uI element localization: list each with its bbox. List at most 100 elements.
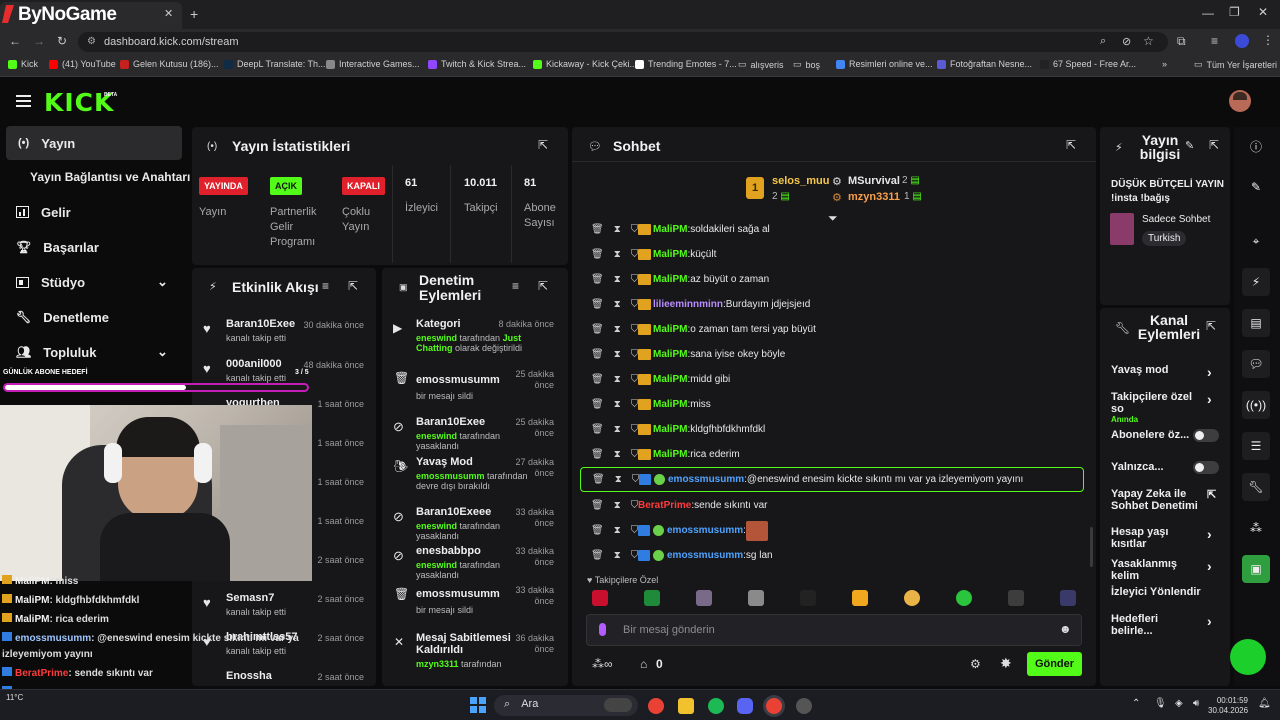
sidebar-item-basarilar[interactable]: 🏆︎ Başarılar: [0, 230, 190, 264]
popout-icon[interactable]: ⇱: [538, 138, 548, 152]
delete-icon[interactable]: 🗑︎: [591, 399, 604, 410]
file-explorer-icon[interactable]: [678, 698, 694, 714]
chevron-right-icon[interactable]: ›: [1207, 558, 1212, 574]
bookmark-item[interactable]: DeepL Translate: Th...: [224, 59, 326, 69]
emote-icon[interactable]: [1060, 590, 1076, 606]
chat-username[interactable]: MaliPM: [653, 449, 687, 460]
chat-bubble-icon[interactable]: 💬︎: [1242, 350, 1270, 378]
timeout-icon[interactable]: ⧗: [614, 324, 621, 335]
chat-username[interactable]: MaliPM: [653, 399, 687, 410]
tray-chevron-icon[interactable]: ⌃: [1132, 698, 1140, 709]
channel-action-2[interactable]: Abonelere öz...: [1111, 429, 1221, 442]
timeout-icon[interactable]: ⧗: [614, 274, 621, 285]
chat-message[interactable]: 🗑︎ ⧗ ⛉ lilieeminnminn: Burdayım jdjejsjeıd: [586, 292, 1086, 317]
channel-action-0[interactable]: Yavaş mod ›: [1111, 364, 1221, 380]
community-points-icon[interactable]: ⁂∞: [592, 657, 613, 671]
timeout-icon[interactable]: ⧗: [615, 474, 622, 485]
delete-icon[interactable]: 🗑︎: [592, 474, 605, 485]
delete-icon[interactable]: 🗑︎: [591, 299, 604, 310]
chat-username[interactable]: BeratPrime: [638, 500, 691, 511]
channel-action-7[interactable]: İzleyici Yönlendir: [1111, 586, 1221, 598]
chat-username[interactable]: MaliPM: [653, 424, 687, 435]
profile-avatar-icon[interactable]: [1235, 34, 1249, 48]
delete-icon[interactable]: 🗑︎: [591, 449, 604, 460]
delete-icon[interactable]: 🗑︎: [591, 525, 604, 536]
bookmark-folder[interactable]: ▭ alışveris: [738, 59, 784, 70]
category-name[interactable]: Sadece Sohbet: [1142, 214, 1210, 225]
chevron-right-icon[interactable]: ›: [1207, 613, 1212, 629]
chat-message-input[interactable]: Bir mesaj gönderin ☻: [586, 614, 1082, 646]
toggle-switch[interactable]: [1193, 429, 1219, 442]
studio-icon[interactable]: ▣: [1242, 555, 1270, 583]
chevron-right-icon[interactable]: ›: [1207, 364, 1212, 380]
timeout-icon[interactable]: ⧗: [614, 525, 621, 536]
new-tab-icon[interactable]: +: [190, 6, 198, 22]
chat-message[interactable]: 🗑︎ ⧗ ⛉ MaliPM: midd gibi: [586, 367, 1086, 392]
channel-action-1[interactable]: Takipçilere özel so Anında ›: [1111, 391, 1221, 424]
clock[interactable]: 00:01:59 30.04.2026: [1208, 696, 1248, 716]
browser-menu-icon[interactable]: ⋮: [1262, 33, 1274, 47]
bookmark-item[interactable]: Gelen Kutusu (186)...: [120, 59, 219, 69]
top-gifter-name[interactable]: MSurvival: [848, 175, 900, 187]
chat-username[interactable]: emossmusumm: [667, 525, 743, 536]
send-button[interactable]: Gönder: [1027, 652, 1082, 676]
wrench-icon[interactable]: 🔧︎: [1242, 473, 1270, 501]
restore-icon[interactable]: ❐: [1229, 5, 1240, 19]
close-window-icon[interactable]: ✕: [1258, 5, 1268, 19]
delete-icon[interactable]: 🗑︎: [591, 274, 604, 285]
popout-icon[interactable]: ⇱: [1066, 138, 1076, 152]
bookmark-item[interactable]: Trending Emotes - 7...: [635, 59, 737, 69]
timeout-icon[interactable]: ⧗: [614, 449, 621, 460]
chat-message[interactable]: 🗑︎ ⧗ ⛉ BeratPrime: sende sıkıntı var: [586, 493, 1086, 518]
timeout-icon[interactable]: ⧗: [614, 224, 621, 235]
broadcast-icon[interactable]: ((•)): [1242, 391, 1270, 419]
bookmark-item[interactable]: 67 Speed - Free Ar...: [1040, 59, 1136, 69]
url-input[interactable]: ⚙ dashboard.kick.com/stream: [78, 32, 1168, 52]
chevron-down-icon[interactable]: ⌄: [157, 344, 168, 360]
sidebar-item-topluluk[interactable]: 👥︎ Topluluk ⌄: [0, 335, 190, 369]
chat-message[interactable]: 🗑︎ ⧗ ⛉ MaliPM: rica ederim: [586, 442, 1086, 467]
timeout-icon[interactable]: ⧗: [614, 550, 621, 561]
chat-username[interactable]: MaliPM: [653, 349, 687, 360]
delete-icon[interactable]: 🗑︎: [591, 349, 604, 360]
microphone-icon[interactable]: [599, 623, 606, 636]
bookmark-item[interactable]: (41) YouTube: [49, 59, 116, 69]
delete-icon[interactable]: 🗑︎: [591, 374, 604, 385]
sidebar-item-stream-key[interactable]: Yayın Bağlantısı ve Anahtarı: [14, 160, 204, 194]
chat-username[interactable]: emossmusumm: [668, 474, 744, 485]
discord-icon[interactable]: [737, 698, 753, 714]
forward-icon[interactable]: →: [33, 34, 45, 48]
chat-username[interactable]: MaliPM: [653, 274, 687, 285]
popout-icon[interactable]: ⇱: [1209, 138, 1219, 152]
eye-off-icon[interactable]: ⊘: [1122, 35, 1131, 48]
timeout-icon[interactable]: ⧗: [614, 374, 621, 385]
layout-icon[interactable]: ☰: [1242, 432, 1270, 460]
popout-icon[interactable]: ⇱: [1206, 319, 1216, 333]
floating-action-button[interactable]: [1230, 639, 1266, 675]
chevron-right-icon[interactable]: ›: [1207, 526, 1212, 542]
reload-icon[interactable]: ↻: [57, 34, 67, 48]
timeout-icon[interactable]: ⧗: [614, 299, 621, 310]
emote-icon[interactable]: [748, 590, 764, 606]
lightning-icon[interactable]: ⚡︎: [1242, 268, 1270, 296]
sidebar-item-studyo[interactable]: Stüdyo ⌄: [0, 265, 190, 299]
all-bookmarks-folder[interactable]: ▭ Tüm Yer İşaretleri: [1194, 59, 1277, 70]
bookmark-item[interactable]: Kick: [8, 59, 38, 69]
emote-icon[interactable]: [956, 590, 972, 606]
popout-icon[interactable]: ⇱: [538, 279, 548, 293]
treasure-icon[interactable]: ⌂: [640, 657, 647, 671]
delete-icon[interactable]: 🗑︎: [591, 500, 604, 511]
chat-message[interactable]: 🗑︎ ⧗ ⛉ MaliPM: az büyüt o zaman: [586, 267, 1086, 292]
channel-action-5[interactable]: Hesap yaşı kısıtlar ›: [1111, 526, 1221, 550]
timeout-icon[interactable]: ⧗: [614, 249, 621, 260]
channel-action-6[interactable]: Yasaklanmış kelim ›: [1111, 558, 1221, 582]
settings-gear-icon[interactable]: ⚙: [970, 657, 981, 671]
hamburger-menu-icon[interactable]: [16, 95, 31, 107]
chat-message[interactable]: 🗑︎ ⧗ ⛉ emossmusumm: sg lan: [586, 543, 1086, 568]
chat-message[interactable]: 🗑︎ ⧗ ⛉ MaliPM: soldakileri sağa al: [586, 217, 1086, 242]
chrome-active-icon[interactable]: [766, 698, 782, 714]
sidebar-item-denetleme[interactable]: 🔧︎ Denetleme: [0, 300, 190, 334]
chrome-icon[interactable]: [648, 698, 664, 714]
chat-message[interactable]: 🗑︎ ⧗ ⛉ MaliPM: sana iyise okey böyle: [586, 342, 1086, 367]
chat-message[interactable]: 🗑︎ ⧗ ⛉ emossmusumm:: [586, 518, 1086, 543]
